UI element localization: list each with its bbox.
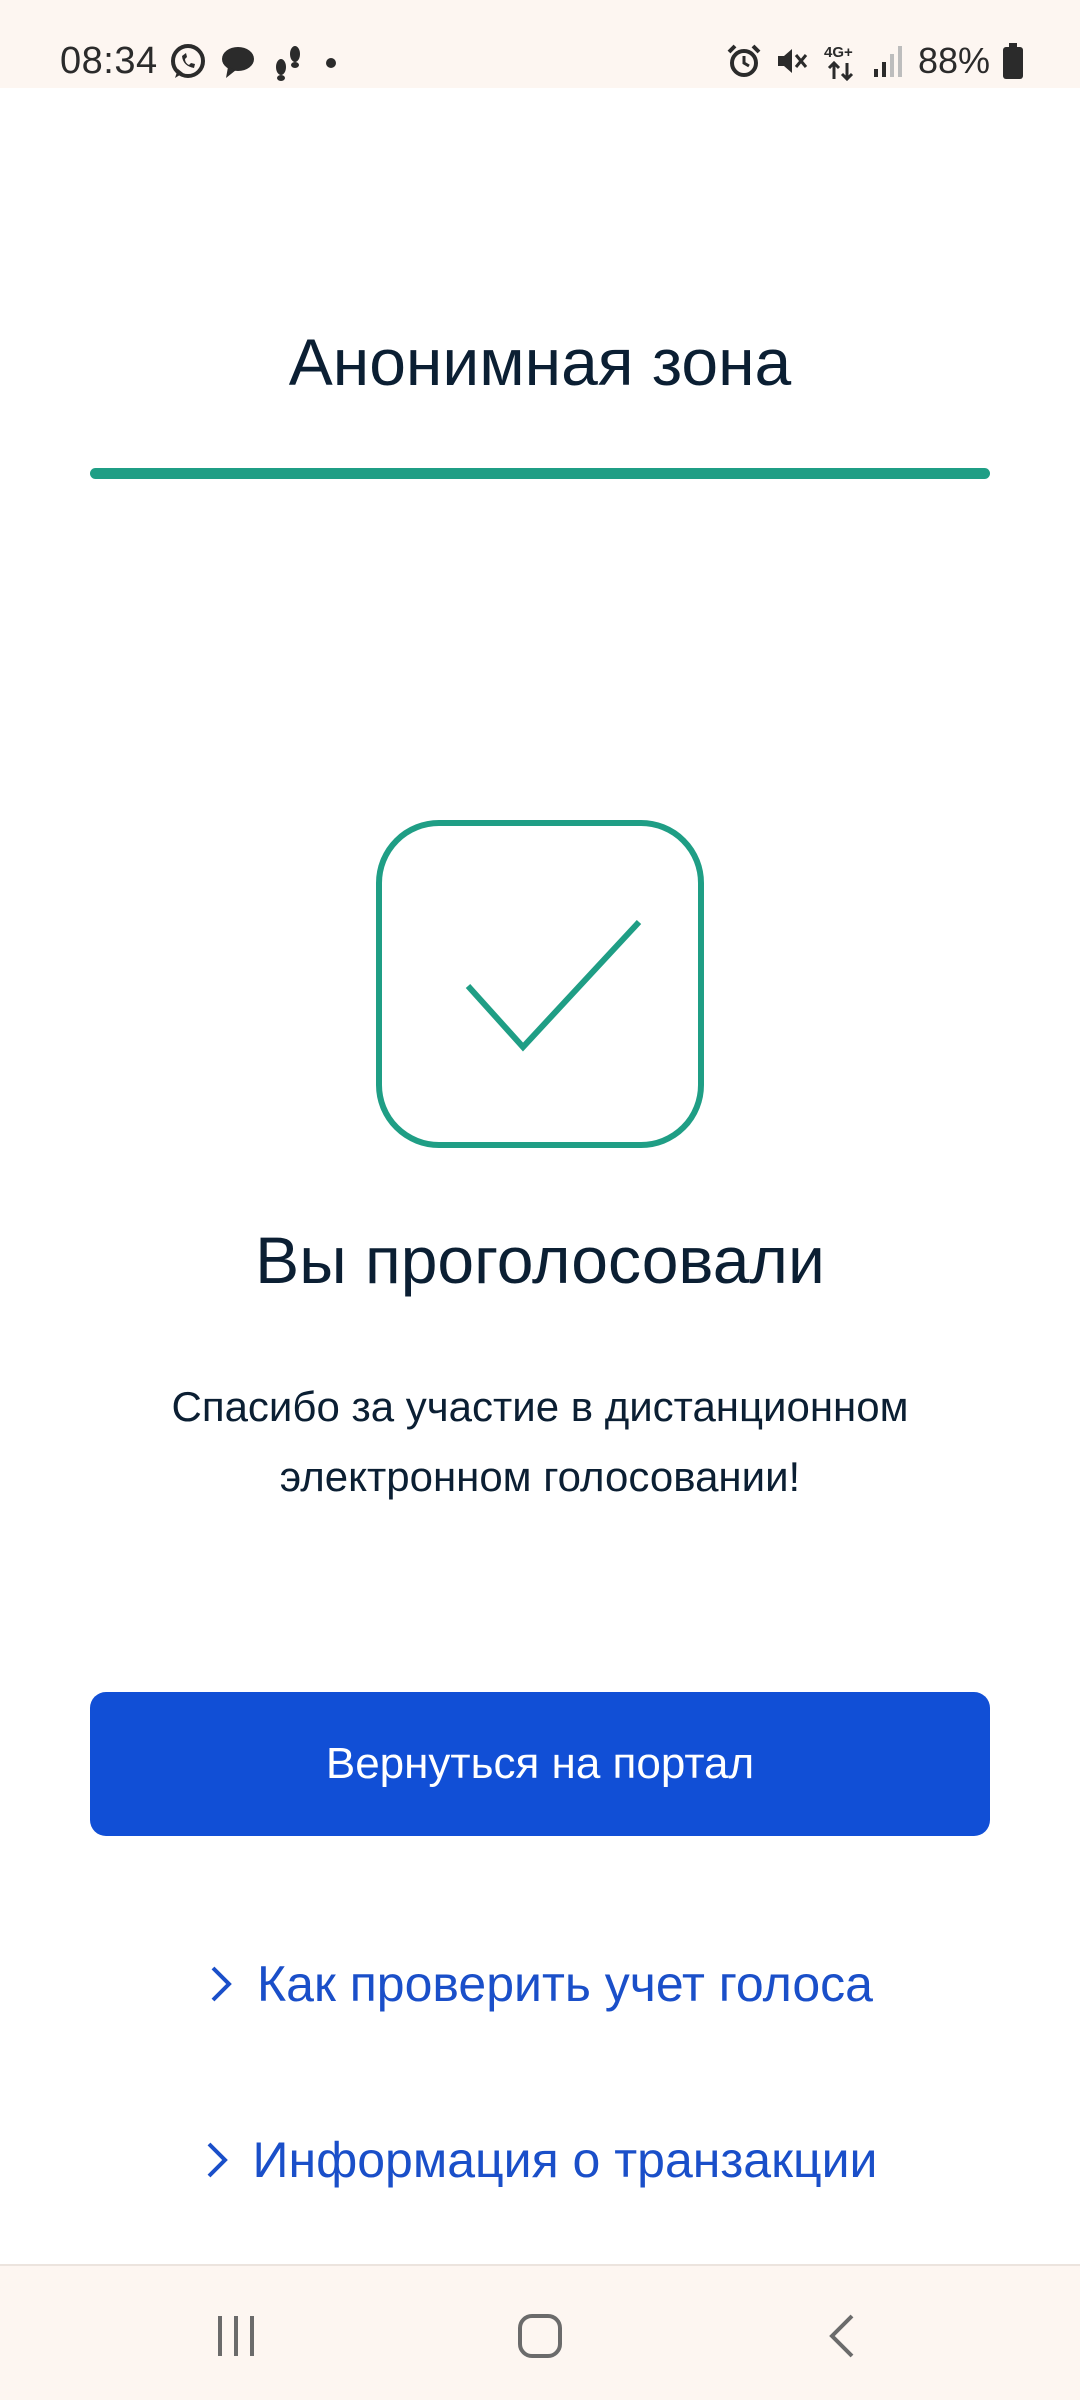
steps-icon [268, 42, 308, 82]
status-time: 08:34 [60, 40, 158, 82]
verify-vote-link-label: Как проверить учет голоса [257, 1956, 873, 2012]
transaction-info-link[interactable]: Информация о транзакции [0, 2120, 1080, 2200]
page-title: Анонимная зона [288, 325, 792, 399]
recent-apps-icon[interactable] [196, 2296, 276, 2376]
battery-icon [1002, 42, 1024, 80]
chevron-right-icon [207, 1964, 235, 2004]
dot-icon [318, 42, 344, 82]
checkmark-icon [376, 820, 704, 1148]
result-title: Вы проголосовали [255, 1223, 825, 1297]
back-icon[interactable] [804, 2296, 884, 2376]
system-icons: 4G+ 88% [726, 38, 1024, 84]
transaction-info-link-label: Информация о транзакции [252, 2132, 878, 2188]
status-bar: 08:34 4G+ 88% [0, 0, 1080, 88]
result-message: Спасибо за участие в дистанционном элект… [171, 1383, 909, 1500]
home-icon[interactable] [500, 2296, 580, 2376]
navigation-bar [0, 2264, 1080, 2400]
chat-bubble-icon [218, 42, 258, 82]
screen: 08:34 4G+ 88% Анонимная зона Вы проголос… [0, 0, 1080, 2400]
signal-icon [872, 43, 906, 79]
progress-bar [90, 468, 990, 479]
mute-icon [774, 43, 810, 79]
notification-icons [168, 40, 344, 84]
chevron-right-icon [203, 2140, 231, 2180]
alarm-icon [726, 43, 762, 79]
whatsapp-icon [168, 42, 208, 82]
network-4g-plus-icon: 4G+ [822, 41, 860, 81]
battery-percent: 88% [917, 40, 990, 81]
verify-vote-link[interactable]: Как проверить учет голоса [0, 1944, 1080, 2024]
svg-text:4G+: 4G+ [824, 44, 853, 61]
return-to-portal-button[interactable]: Вернуться на портал [90, 1692, 990, 1836]
